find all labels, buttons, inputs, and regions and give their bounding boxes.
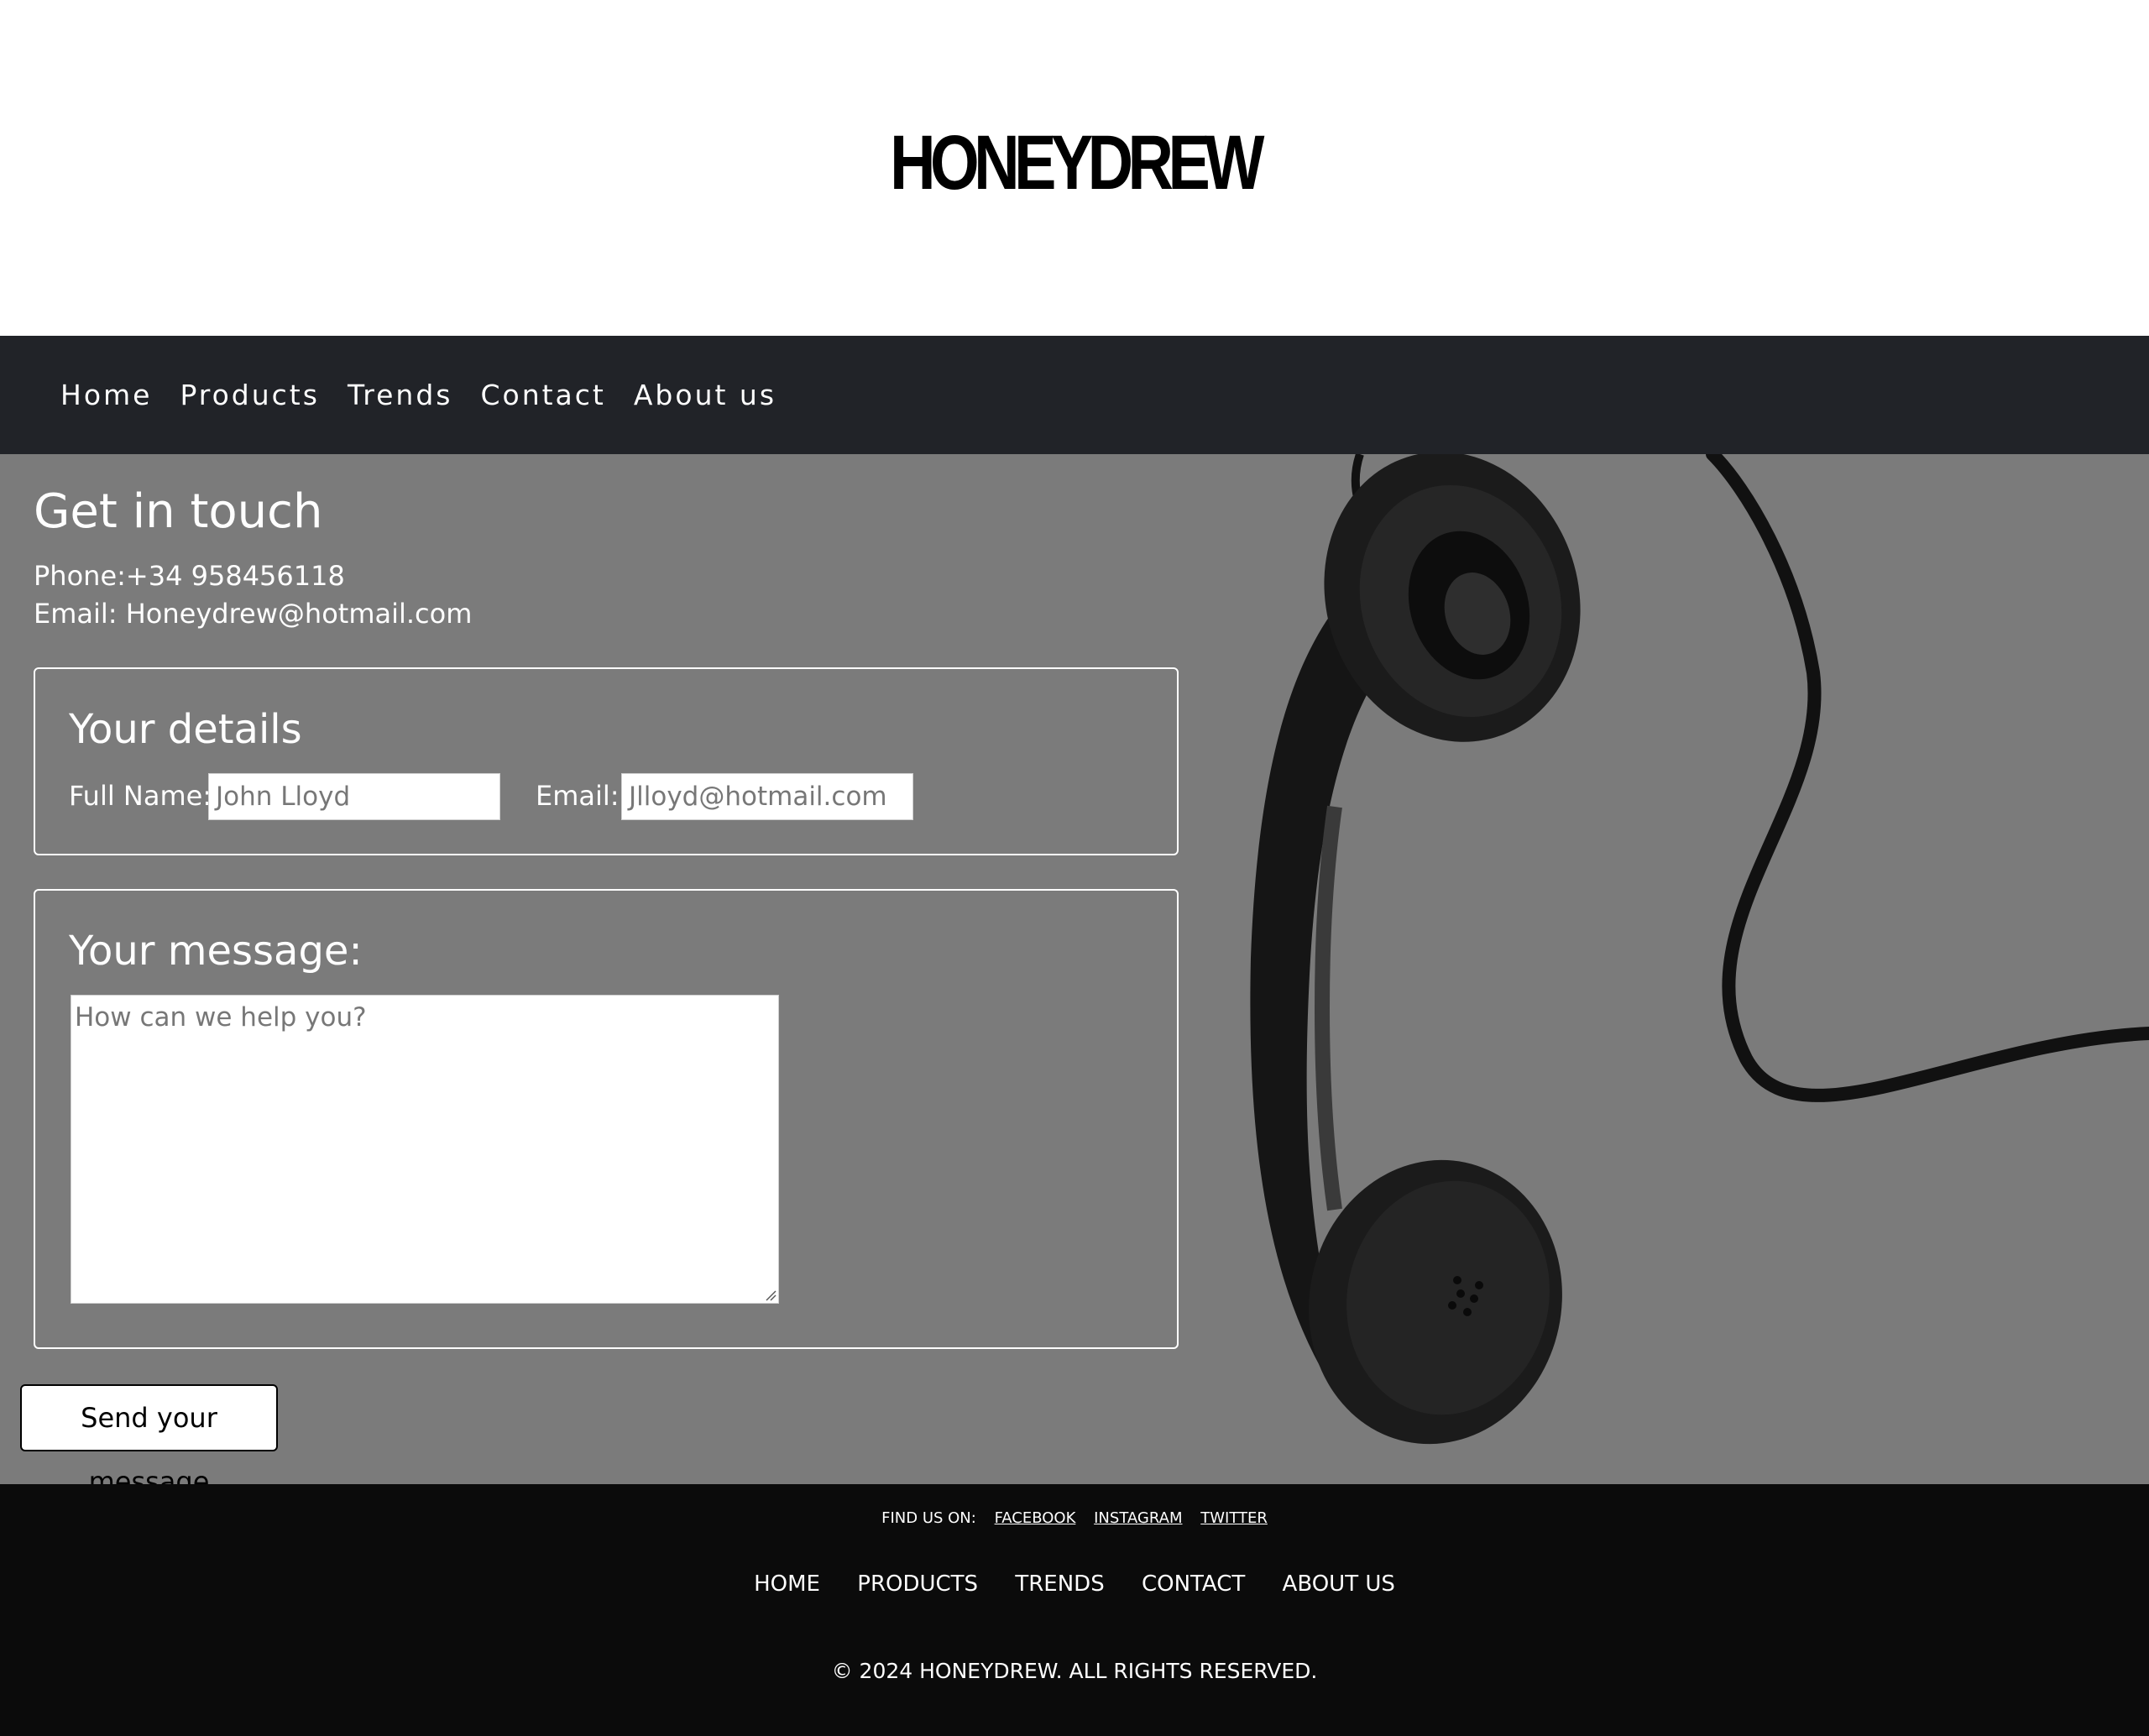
find-us-label: FIND US ON: (881, 1509, 976, 1527)
telephone-handset-image (1250, 454, 2149, 1445)
details-legend: Your details (69, 706, 302, 753)
details-fieldset: Your details Full Name: John Lloyd Email… (34, 667, 1179, 855)
footer-contact-link[interactable]: CONTACT (1142, 1571, 1245, 1597)
twitter-link[interactable]: TWITTER (1200, 1509, 1268, 1527)
nav-trends[interactable]: Trends (348, 379, 453, 411)
message-fieldset: Your message: How can we help you? (34, 889, 1179, 1349)
message-placeholder: How can we help you? (75, 1002, 367, 1033)
nav-home[interactable]: Home (60, 379, 152, 411)
nav-contact[interactable]: Contact (480, 379, 605, 411)
contact-section: Get in touch Phone:+34 958456118 Email: … (0, 454, 2149, 1484)
message-textarea[interactable]: How can we help you? (71, 995, 779, 1304)
nav-products[interactable]: Products (180, 379, 320, 411)
copyright-text: © 2024 HONEYDREW. ALL RIGHTS RESERVED. (831, 1659, 1318, 1683)
instagram-link[interactable]: INSTAGRAM (1094, 1509, 1182, 1527)
main-nav: Home Products Trends Contact About us (0, 336, 2149, 454)
nav-about-us[interactable]: About us (634, 379, 776, 411)
footer-products-link[interactable]: PRODUCTS (857, 1571, 978, 1597)
footer-home-link[interactable]: HOME (754, 1571, 820, 1597)
facebook-link[interactable]: FACEBOOK (995, 1509, 1076, 1527)
message-legend: Your message: (69, 928, 363, 975)
site-header: HONEYDREW (0, 0, 2149, 336)
footer-trends-link[interactable]: TRENDS (1015, 1571, 1104, 1597)
email-label: Email: (536, 780, 620, 812)
contact-title: Get in touch (34, 484, 323, 539)
contact-email: Email: Honeydrew@hotmail.com (34, 598, 473, 630)
full-name-input[interactable]: John Lloyd (208, 773, 500, 820)
site-footer: FIND US ON: FACEBOOK INSTAGRAM TWITTER H… (0, 1484, 2149, 1736)
send-message-button[interactable]: Send your message (20, 1384, 278, 1484)
email-input[interactable]: Jlloyd@hotmail.com (621, 773, 913, 820)
contact-phone: Phone:+34 958456118 (34, 560, 345, 592)
social-links: FIND US ON: FACEBOOK INSTAGRAM TWITTER (0, 1509, 2149, 1527)
footer-about-us-link[interactable]: ABOUT US (1283, 1571, 1395, 1597)
resize-handle-icon[interactable] (765, 1289, 776, 1301)
full-name-label: Full Name: (69, 780, 212, 812)
footer-nav: HOME PRODUCTS TRENDS CONTACT ABOUT US (0, 1571, 2149, 1597)
site-logo[interactable]: HONEYDREW (193, 124, 1955, 201)
